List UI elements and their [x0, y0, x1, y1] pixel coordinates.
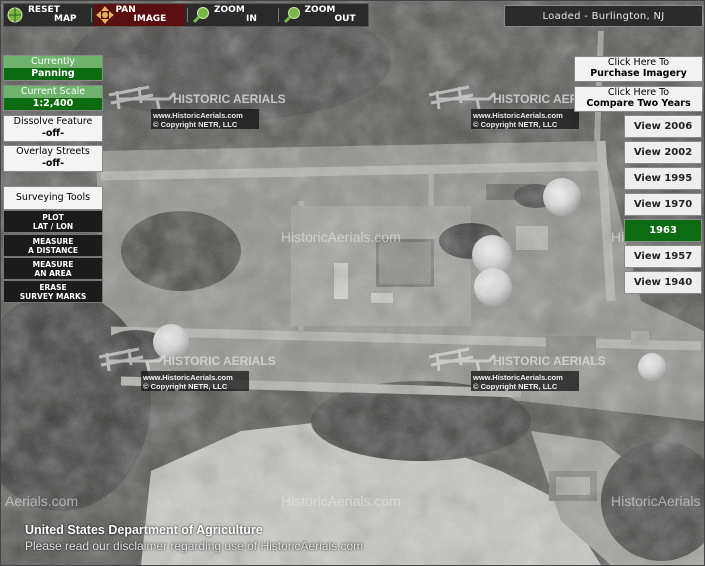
zoom-out-label: ZOOM	[304, 5, 336, 15]
magnifier-plus-icon	[190, 4, 212, 26]
watermark-copyright: © Copyright NETR, LLC	[143, 382, 228, 391]
watermark-url: www.HistoricAerials.com	[142, 373, 233, 382]
watermark-url: www.HistoricAerials.com	[472, 373, 563, 382]
year-button[interactable]: View 1940	[624, 271, 702, 294]
loaded-location-status: Loaded - Burlington, NJ	[504, 5, 703, 27]
watermark-brand: HISTORIC AERIALS	[173, 92, 286, 106]
pan-sublabel: IMAGE	[133, 14, 167, 24]
watermark-edge-left: Aerials.com	[5, 493, 78, 509]
zoom-in-label: ZOOM	[214, 5, 245, 15]
compare-line1: Click Here To	[607, 87, 670, 98]
plot-lat-lon-button[interactable]: PLOT LAT / LON	[3, 210, 103, 233]
zoom-out-button[interactable]: ZOOM OUT	[281, 4, 369, 26]
watermark-copyright: © Copyright NETR, LLC	[153, 120, 238, 129]
zoom-out-sublabel: OUT	[334, 14, 356, 24]
surveying-tools-header: Surveying Tools	[3, 186, 103, 210]
divider	[187, 8, 188, 22]
usda-credit: United States Department of Agriculture	[25, 523, 263, 537]
watermark-copyright: © Copyright NETR, LLC	[473, 382, 558, 391]
dissolve-feature-label: Dissolve Feature	[13, 116, 93, 127]
surveying-tools-label: Surveying Tools	[15, 192, 91, 203]
purchase-line1: Click Here To	[607, 57, 670, 68]
dissolve-feature-toggle[interactable]: Dissolve Feature -off-	[3, 115, 103, 142]
zoom-in-button[interactable]: ZOOM IN	[190, 4, 276, 26]
current-scale-value: 1:2,400	[4, 98, 102, 110]
watermark-brand: HISTORIC AERIALS	[163, 354, 276, 368]
watermark-url: www.HistoricAerials.com	[472, 111, 563, 120]
erase-survey-marks-button[interactable]: ERASE SURVEY MARKS	[3, 280, 103, 303]
current-mode-value: Panning	[4, 68, 102, 80]
purchase-line2: Purchase Imagery	[590, 68, 687, 79]
overlay-streets-label: Overlay Streets	[16, 146, 90, 157]
tool-line2: SURVEY MARKS	[19, 291, 87, 301]
watermark-edge-right: HistoricAerials	[611, 493, 700, 509]
watermark-bottom: HistoricAerials.com	[281, 493, 401, 509]
overlay-streets-toggle[interactable]: Overlay Streets -off-	[3, 145, 103, 172]
year-button[interactable]: View 2002	[624, 141, 702, 164]
current-scale-label: Current Scale	[4, 86, 102, 98]
watermark-url: www.HistoricAerials.com	[152, 111, 243, 120]
pan-image-button[interactable]: PAN IMAGE	[93, 4, 185, 26]
compare-line2: Compare Two Years	[586, 98, 691, 109]
current-mode-box: Currently Panning	[3, 55, 103, 81]
current-mode-label: Currently	[4, 56, 102, 68]
divider	[90, 8, 92, 22]
tool-line1: MEASURE	[32, 236, 74, 246]
magnifier-minus-icon	[281, 4, 303, 26]
year-button[interactable]: View 1957	[624, 245, 702, 268]
compare-two-years-button[interactable]: Click Here To Compare Two Years	[574, 86, 703, 112]
map-viewer[interactable]: HISTORIC AERIALS www.HistoricAerials.com ©…	[0, 0, 705, 566]
watermark-brand: HISTORIC AERIALS	[493, 354, 606, 368]
dissolve-feature-value: -off-	[41, 128, 65, 139]
tool-line1: PLOT	[42, 212, 64, 222]
tool-line2: A DISTANCE	[27, 245, 79, 255]
year-button[interactable]: 1963	[624, 219, 702, 242]
tool-line2: LAT / LON	[32, 221, 74, 231]
tool-line1: MEASURE	[32, 259, 74, 269]
reset-map-button[interactable]: RESET MAP	[4, 4, 89, 26]
pan-arrows-icon	[94, 4, 116, 26]
overlay-streets-value: -off-	[41, 158, 65, 169]
purchase-imagery-button[interactable]: Click Here To Purchase Imagery	[574, 56, 703, 82]
current-scale-box: Current Scale 1:2,400	[3, 85, 103, 111]
measure-area-button[interactable]: MEASURE AN AREA	[3, 257, 103, 280]
map-toolbar: RESET MAP PAN IMAGE ZOOM IN ZOOM OUT	[3, 3, 369, 27]
year-button[interactable]: View 2006	[624, 115, 702, 138]
zoom-in-sublabel: IN	[246, 14, 257, 24]
measure-distance-button[interactable]: MEASURE A DISTANCE	[3, 234, 103, 257]
reset-sublabel: MAP	[54, 14, 77, 24]
watermark-copyright: © Copyright NETR, LLC	[473, 120, 558, 129]
year-button[interactable]: View 1995	[624, 167, 702, 190]
year-button[interactable]: View 1970	[624, 193, 702, 216]
disclaimer-link[interactable]: Please read our disclaimer regarding use…	[25, 539, 363, 553]
tool-line1: ERASE	[39, 282, 67, 292]
tool-line2: AN AREA	[34, 268, 72, 278]
divider	[277, 8, 279, 22]
watermark-center: HistoricAerials.com	[281, 229, 401, 245]
globe-icon	[4, 4, 26, 26]
